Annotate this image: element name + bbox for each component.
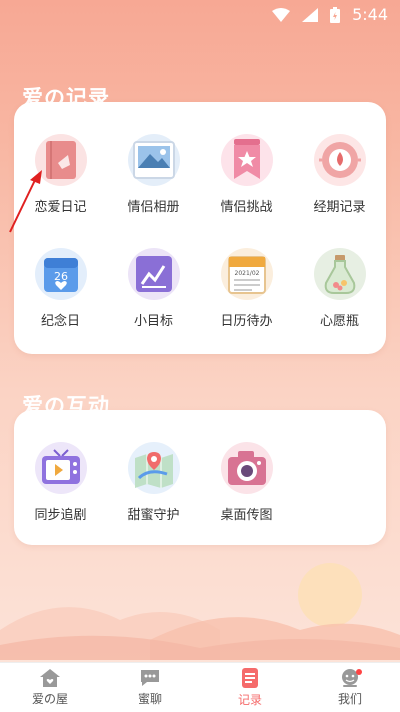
tab-label: 爱の屋: [31, 692, 68, 706]
feature-sync-drama[interactable]: 同步追剧: [14, 442, 107, 523]
feature-label: 情侣相册: [127, 200, 180, 215]
records-card: 恋爱日记 情侣相册 情侣挑战 经期记录 26 纪念日 小目标 2021/02 日…: [14, 102, 386, 354]
feature-couple-challenge[interactable]: 情侣挑战: [200, 134, 293, 215]
feature-label: 同步追剧: [34, 508, 87, 523]
annotation-arrow: [9, 170, 42, 233]
feature-label: 经期记录: [313, 200, 366, 215]
calendar-date-label: 2021/02: [234, 270, 259, 277]
wifi-icon: [272, 7, 291, 22]
notification-dot: [356, 669, 362, 675]
period-record-icon: [313, 134, 366, 186]
feature-label: 小目标: [133, 314, 173, 329]
tab-label: 我们: [337, 692, 362, 706]
feature-label: 日历待办: [220, 314, 273, 329]
feature-wish-bottle[interactable]: 心愿瓶: [293, 248, 386, 329]
chart-goal-icon: [127, 248, 180, 300]
tab-love-house[interactable]: 爱の屋: [0, 663, 100, 712]
tab-chat[interactable]: 蜜聊: [100, 663, 200, 712]
bottom-tab-bar: 爱の屋 蜜聊 记录 我们: [0, 662, 400, 712]
map-location-icon: [127, 442, 180, 494]
tv-icon: [34, 442, 87, 494]
home-heart-icon: [40, 669, 60, 687]
feature-label: 心愿瓶: [319, 314, 359, 329]
status-bar: 5:44: [0, 0, 400, 30]
tab-us[interactable]: 我们: [300, 663, 400, 712]
signal-icon: [302, 7, 319, 22]
feature-couple-album[interactable]: 情侣相册: [107, 134, 200, 215]
chat-bubble-icon: [141, 670, 159, 686]
feature-label: 情侣挑战: [220, 200, 273, 215]
calendar-todo-icon: 2021/02: [220, 248, 273, 300]
record-doc-icon: [242, 668, 258, 688]
feature-calendar-todo[interactable]: 2021/02 日历待办: [200, 248, 293, 329]
feature-sweet-guard[interactable]: 甜蜜守护: [107, 442, 200, 523]
battery-icon: [330, 6, 341, 23]
challenge-banner-icon: [220, 134, 273, 186]
wish-bottle-icon: [313, 248, 366, 300]
feature-label: 桌面传图: [220, 508, 273, 523]
tab-record[interactable]: 记录: [200, 663, 300, 712]
camera-icon: [220, 442, 273, 494]
tab-label: 记录: [237, 693, 262, 707]
feature-anniversary[interactable]: 26 纪念日: [14, 248, 107, 329]
feature-label: 甜蜜守护: [127, 508, 180, 523]
interact-card: 同步追剧 甜蜜守护 桌面传图: [14, 410, 386, 545]
status-time: 5:44: [352, 5, 388, 24]
calendar-heart-icon: 26: [34, 248, 87, 300]
feature-small-goal[interactable]: 小目标: [107, 248, 200, 329]
background-landscape: [0, 563, 400, 660]
tab-label: 蜜聊: [137, 692, 162, 706]
calendar-day-number: 26: [54, 270, 68, 283]
feature-period-record[interactable]: 经期记录: [293, 134, 386, 215]
feature-desktop-photo[interactable]: 桌面传图: [200, 442, 293, 523]
photo-album-icon: [127, 134, 180, 186]
feature-label: 纪念日: [40, 314, 80, 329]
